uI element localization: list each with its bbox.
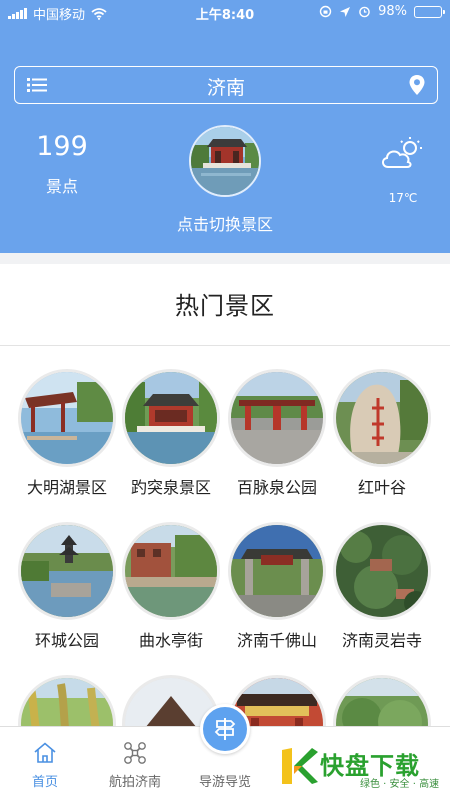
spot-image[interactable]: [122, 369, 220, 467]
spot-card[interactable]: 环城公园: [15, 522, 119, 651]
spot-name: 济南灵岩寺: [341, 631, 422, 650]
guide-fab-button[interactable]: [200, 704, 250, 754]
spot-name: 大明湖景区: [26, 478, 107, 497]
watermark-logo: 快盘下载 绿色 · 安全 · 高速: [276, 744, 446, 794]
spot-card[interactable]: 百脉泉公园: [225, 369, 329, 498]
spot-image[interactable]: [228, 522, 326, 620]
spot-image[interactable]: [228, 369, 326, 467]
navigation-arrow-icon: [340, 6, 351, 17]
spot-card[interactable]: 济南千佛山: [225, 522, 329, 651]
spot-card[interactable]: 曲水亭街: [119, 522, 223, 651]
spot-card[interactable]: 红叶谷: [330, 369, 434, 498]
tab-aerial[interactable]: 航拍济南: [90, 727, 180, 800]
spot-count: 199: [36, 131, 88, 162]
orientation-lock-icon: [319, 5, 332, 18]
spot-name: 济南千佛山: [236, 631, 317, 650]
spot-name: 百脉泉公园: [236, 478, 317, 497]
home-icon[interactable]: [33, 741, 57, 765]
signpost-icon[interactable]: [213, 717, 237, 741]
battery-icon: [414, 5, 445, 18]
header-banner: 中国移动 上午8:40 98% 济南 199 景点 点击切换景区 17℃: [0, 0, 450, 253]
temperature: 17℃: [388, 191, 418, 205]
watermark-subtitle: 绿色 · 安全 · 高速: [360, 779, 440, 790]
tab-label[interactable]: 首页: [0, 771, 90, 790]
spot-image[interactable]: [333, 522, 431, 620]
city-name[interactable]: 济南: [15, 73, 437, 100]
status-bar: 中国移动 上午8:40 98%: [0, 0, 450, 24]
spot-image[interactable]: [18, 522, 116, 620]
tab-label[interactable]: 导游导览: [180, 771, 270, 790]
city-selector-bar[interactable]: 济南: [14, 66, 438, 104]
partly-sunny-icon: [382, 137, 422, 168]
spot-count-label: 景点: [45, 177, 78, 196]
spot-name: 环城公园: [34, 631, 99, 650]
spot-name: 趵突泉景区: [130, 478, 211, 497]
section-divider: [0, 253, 450, 264]
spot-name: 曲水亭街: [138, 631, 203, 650]
spot-image[interactable]: [122, 522, 220, 620]
spot-image[interactable]: [333, 369, 431, 467]
tab-home[interactable]: 首页: [0, 727, 90, 800]
alarm-icon: [359, 6, 370, 18]
k-logo-icon: [282, 748, 318, 784]
battery-percent: 98%: [378, 4, 407, 19]
spot-name: 红叶谷: [357, 478, 406, 497]
section-title: 热门景区: [175, 292, 275, 320]
spot-card[interactable]: 大明湖景区: [15, 369, 119, 498]
spot-card[interactable]: 趵突泉景区: [119, 369, 223, 498]
app-screen: 中国移动 上午8:40 98% 济南 199 景点 点击切换景区 17℃ 热门景…: [0, 0, 450, 800]
current-scenic-thumbnail[interactable]: [189, 125, 261, 197]
drone-icon[interactable]: [123, 741, 147, 765]
switch-scenic-link[interactable]: 点击切换景区: [0, 211, 450, 235]
location-pin-icon[interactable]: [408, 74, 426, 96]
tab-label[interactable]: 航拍济南: [90, 771, 180, 790]
spot-card[interactable]: 济南灵岩寺: [330, 522, 434, 651]
spot-image[interactable]: [18, 369, 116, 467]
divider-line: [0, 345, 450, 346]
